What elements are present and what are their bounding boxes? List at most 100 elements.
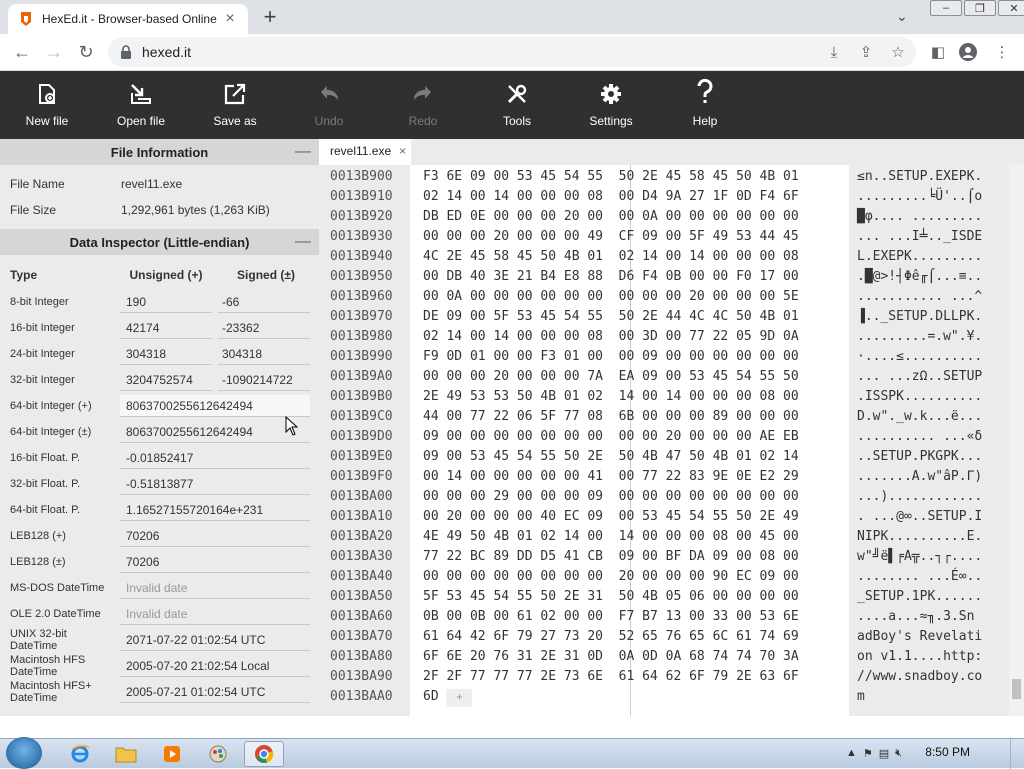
hex-bytes[interactable]: 0B 00 0B 00 61 02 00 00 F7 B7 13 00 33 0… <box>423 609 843 624</box>
signed-value[interactable]: 304318 <box>218 343 310 365</box>
tab-search-icon[interactable]: ⌄ <box>896 8 908 25</box>
inspector-value[interactable]: -0.01852417 <box>120 447 310 469</box>
ascii-text[interactable]: ....a...≈╖.3.Sn <box>857 609 1007 624</box>
hex-bytes[interactable]: 00 00 00 20 00 00 00 7A EA 09 00 53 45 5… <box>423 369 843 384</box>
ascii-text[interactable]: ... ...I╧.._ISDE <box>857 229 1007 244</box>
install-app-icon[interactable]: ⤓ <box>824 42 844 62</box>
inspector-value[interactable]: 2071-07-22 01:02:54 UTC <box>120 629 310 651</box>
hex-bytes[interactable]: 00 14 00 00 00 00 00 41 00 77 22 83 9E 0… <box>423 469 843 484</box>
action-center-flag-icon[interactable]: ⚑ <box>863 747 873 760</box>
hex-bytes[interactable]: 2F 2F 77 77 77 2E 73 6E 61 64 62 6F 79 2… <box>423 669 843 684</box>
unsigned-value[interactable]: 190 <box>120 291 212 313</box>
hex-bytes[interactable]: 00 00 00 00 00 00 00 00 20 00 00 00 90 E… <box>423 569 843 584</box>
hex-bytes[interactable]: 00 DB 40 3E 21 B4 E8 88 D6 F4 0B 00 00 F… <box>423 269 843 284</box>
redo-button[interactable]: Redo <box>376 71 470 139</box>
help-button[interactable]: Help <box>658 71 752 139</box>
ascii-text[interactable]: ≤n..SETUP.EXEPK. <box>857 169 1007 184</box>
new-file-button[interactable]: New file <box>0 71 94 139</box>
inspector-value[interactable]: 8063700255612642494 <box>120 395 310 417</box>
hex-bytes[interactable]: 77 22 BC 89 DD D5 41 CB 09 00 BF DA 09 0… <box>423 549 843 564</box>
inspector-value[interactable]: 2005-07-20 21:02:54 Local <box>120 655 310 677</box>
hex-bytes[interactable]: DB ED 0E 00 00 00 20 00 00 0A 00 00 00 0… <box>423 209 843 224</box>
hex-bytes[interactable]: 2E 49 53 53 50 4B 01 02 14 00 14 00 00 0… <box>423 389 843 404</box>
browser-tab[interactable]: HexEd.it - Browser-based Online × <box>8 4 248 34</box>
collapse-icon[interactable]: — <box>295 143 311 161</box>
unsigned-value[interactable]: 42174 <box>120 317 212 339</box>
vertical-scrollbar[interactable] <box>1009 165 1024 716</box>
share-icon[interactable]: ⇪ <box>856 42 876 62</box>
profile-avatar-icon[interactable] <box>958 42 978 62</box>
ascii-text[interactable]: .........╘Ü'..⌠o <box>857 189 1007 204</box>
side-panel-icon[interactable]: ◧ <box>928 42 948 62</box>
close-file-icon[interactable]: × <box>399 144 406 158</box>
hex-bytes[interactable]: 09 00 00 00 00 00 00 00 00 00 20 00 00 0… <box>423 429 843 444</box>
ascii-text[interactable]: ..SETUP.PKGPK... <box>857 449 1007 464</box>
settings-button[interactable]: Settings <box>564 71 658 139</box>
hex-bytes[interactable]: 4E 49 50 4B 01 02 14 00 14 00 00 00 08 0… <box>423 529 843 544</box>
new-tab-button[interactable]: + <box>258 6 282 30</box>
ascii-text[interactable]: ▐.._SETUP.DLLPK. <box>857 309 1007 324</box>
ascii-text[interactable]: .......A.w"âP.Γ) <box>857 469 1007 484</box>
show-hidden-icons-icon[interactable]: ▲ <box>846 747 857 760</box>
tools-button[interactable]: Tools <box>470 71 564 139</box>
media-player-icon[interactable] <box>152 741 192 767</box>
unsigned-value[interactable]: 304318 <box>120 343 212 365</box>
taskbar-clock[interactable]: 8:50 PM <box>925 745 970 759</box>
hex-bytes[interactable]: 00 0A 00 00 00 00 00 00 00 00 00 20 00 0… <box>423 289 843 304</box>
hex-bytes[interactable]: 6F 6E 20 76 31 2E 31 0D 0A 0D 0A 68 74 7… <box>423 649 843 664</box>
ascii-text[interactable]: m <box>857 689 1007 704</box>
chrome-icon[interactable] <box>244 741 284 767</box>
bookmark-star-icon[interactable]: ☆ <box>888 42 908 62</box>
hex-bytes[interactable]: 6D + <box>423 689 843 707</box>
ascii-text[interactable]: ........... ...^ <box>857 289 1007 304</box>
ascii-text[interactable]: adBoy's Revelati <box>857 629 1007 644</box>
internet-explorer-icon[interactable] <box>60 741 100 767</box>
ascii-text[interactable]: L.EXEPK......... <box>857 249 1007 264</box>
restore-icon[interactable]: ❐ <box>964 0 996 16</box>
back-arrow-icon[interactable]: ← <box>10 40 34 64</box>
show-desktop-button[interactable] <box>1010 739 1024 769</box>
inspector-value[interactable]: Invalid date <box>120 577 310 599</box>
hex-bytes[interactable]: F3 6E 09 00 53 45 54 55 50 2E 45 58 45 5… <box>423 169 843 184</box>
open-file-button[interactable]: Open file <box>94 71 188 139</box>
hex-bytes[interactable]: 00 00 00 20 00 00 00 49 CF 09 00 5F 49 5… <box>423 229 843 244</box>
signed-value[interactable]: -1090214722 <box>218 369 310 391</box>
hex-bytes[interactable]: 00 20 00 00 00 40 EC 09 00 53 45 54 55 5… <box>423 509 843 524</box>
inspector-value[interactable]: 1.16527155720164e+231 <box>120 499 310 521</box>
inspector-value[interactable]: 8063700255612642494 <box>120 421 310 443</box>
hex-bytes[interactable]: 02 14 00 14 00 00 00 08 00 3D 00 77 22 0… <box>423 329 843 344</box>
inspector-value[interactable]: Invalid date <box>120 603 310 625</box>
signed-value[interactable]: -66 <box>218 291 310 313</box>
file-information-header[interactable]: File Information — <box>0 139 319 165</box>
forward-arrow-icon[interactable]: → <box>42 40 66 64</box>
close-tab-icon[interactable]: × <box>222 11 238 27</box>
ascii-text[interactable]: ·....≤.......... <box>857 349 1007 364</box>
inspector-value[interactable]: 2005-07-21 01:02:54 UTC <box>120 681 310 703</box>
hex-bytes[interactable]: DE 09 00 5F 53 45 54 55 50 2E 44 4C 4C 5… <box>423 309 843 324</box>
undo-button[interactable]: Undo <box>282 71 376 139</box>
minimize-icon[interactable]: – <box>930 0 962 16</box>
hex-bytes[interactable]: F9 0D 01 00 00 F3 01 00 00 09 00 00 00 0… <box>423 349 843 364</box>
hex-bytes[interactable]: 5F 53 45 54 55 50 2E 31 50 4B 05 06 00 0… <box>423 589 843 604</box>
hex-view[interactable]: 0013B900 F3 6E 09 00 53 45 54 55 50 2E 45… <box>319 165 1024 716</box>
ascii-text[interactable]: ........ ...É∞.. <box>857 569 1007 584</box>
reload-icon[interactable]: ↻ <box>74 40 98 64</box>
hex-bytes[interactable]: 44 00 77 22 06 5F 77 08 6B 00 00 00 89 0… <box>423 409 843 424</box>
ascii-text[interactable]: ...)............ <box>857 489 1007 504</box>
ascii-text[interactable]: w"╝ë▌╒A╦..┐┌.... <box>857 549 1007 564</box>
volume-muted-icon[interactable]: 🔇︎ <box>895 747 902 760</box>
ascii-text[interactable]: D.w"._w.k...ë... <box>857 409 1007 424</box>
inspector-value[interactable]: 70206 <box>120 525 310 547</box>
address-bar[interactable]: hexed.it <box>108 37 916 67</box>
inspector-value[interactable]: -0.51813877 <box>120 473 310 495</box>
signed-value[interactable]: -23362 <box>218 317 310 339</box>
file-explorer-icon[interactable] <box>106 741 146 767</box>
ascii-text[interactable]: █φ.... ......... <box>857 209 1007 224</box>
file-tab[interactable]: revel11.exe × <box>319 139 411 165</box>
data-inspector-header[interactable]: Data Inspector (Little-endian) — <box>0 229 319 255</box>
hex-bytes[interactable]: 4C 2E 45 58 45 50 4B 01 02 14 00 14 00 0… <box>423 249 843 264</box>
hex-bytes[interactable]: 09 00 53 45 54 55 50 2E 50 4B 47 50 4B 0… <box>423 449 843 464</box>
network-icon[interactable]: ▤ <box>879 747 889 760</box>
ascii-text[interactable]: _SETUP.1PK...... <box>857 589 1007 604</box>
start-button[interactable] <box>6 737 42 769</box>
